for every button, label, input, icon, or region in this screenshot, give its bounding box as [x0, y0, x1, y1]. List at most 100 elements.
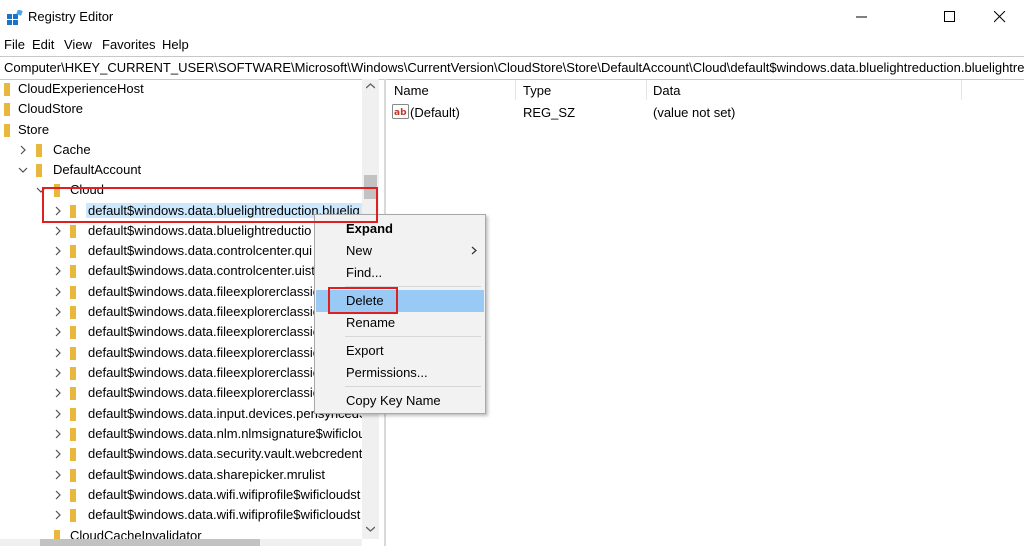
folder-icon — [54, 530, 60, 539]
menu-view[interactable]: View — [64, 37, 92, 52]
close-icon — [994, 11, 1006, 23]
context-copy-key-name[interactable]: Copy Key Name — [316, 390, 484, 412]
folder-icon — [70, 428, 76, 441]
folder-icon — [70, 448, 76, 461]
tree-item[interactable]: CloudExperienceHost — [0, 79, 362, 99]
tree-item[interactable]: default$windows.data.security.vault.webc… — [0, 444, 362, 464]
folder-icon — [70, 408, 76, 421]
tree-item[interactable]: Cache — [0, 140, 362, 160]
tree-item-label: default$windows.data.wifi.wifiprofile$wi… — [88, 507, 361, 522]
tree-item[interactable]: default$windows.data.controlcenter.qui — [0, 241, 362, 261]
chevron-right-icon[interactable] — [53, 448, 63, 460]
value-name: (Default) — [410, 105, 460, 120]
tree-item[interactable]: default$windows.data.fileexplorerclassic — [0, 302, 362, 322]
tree-item[interactable]: default$windows.data.input.devices.pensy… — [0, 404, 362, 424]
tree-item[interactable]: default$windows.data.fileexplorerclassic — [0, 343, 362, 363]
tree-item[interactable]: default$windows.data.fileexplorerclassic — [0, 383, 362, 403]
folder-icon — [4, 124, 10, 137]
address-bar[interactable]: Computer\HKEY_CURRENT_USER\SOFTWARE\Micr… — [0, 56, 1024, 80]
chevron-right-icon[interactable] — [53, 347, 63, 359]
chevron-right-icon — [471, 246, 477, 255]
tree-item[interactable]: default$windows.data.wifi.wifiprofile$wi… — [0, 485, 362, 505]
tree-item-label: default$windows.data.fileexplorerclassic — [88, 324, 320, 339]
column-data[interactable]: Data — [653, 83, 680, 98]
context-export[interactable]: Export — [316, 340, 484, 362]
context-new[interactable]: New — [316, 240, 484, 262]
tree-item-label: default$windows.data.fileexplorerclassic — [88, 385, 320, 400]
tree-item-label: DefaultAccount — [53, 162, 142, 177]
folder-icon — [70, 489, 76, 502]
chevron-down-icon[interactable] — [18, 164, 28, 176]
maximize-button[interactable] — [927, 0, 973, 34]
tree-item-label: CloudExperienceHost — [18, 81, 144, 96]
chevron-right-icon[interactable] — [53, 509, 63, 521]
tree-item-label: default$windows.data.fileexplorerclassic — [88, 304, 320, 319]
tree-item-label: Cache — [53, 142, 91, 157]
folder-icon — [70, 306, 76, 319]
chevron-right-icon[interactable] — [53, 469, 63, 481]
tree-item-label: default$windows.data.sharepicker.mrulist — [88, 467, 326, 482]
close-button[interactable] — [977, 0, 1023, 34]
context-permissions[interactable]: Permissions... — [316, 362, 484, 384]
tree-item[interactable]: Store — [0, 120, 362, 140]
chevron-right-icon[interactable] — [53, 489, 63, 501]
menu-edit[interactable]: Edit — [32, 37, 54, 52]
menu-file[interactable]: File — [4, 37, 25, 52]
folder-icon — [70, 509, 76, 522]
menu-favorites[interactable]: Favorites — [102, 37, 155, 52]
tree-item-label: default$windows.data.fileexplorerclassic — [88, 345, 320, 360]
context-find-label: Find... — [346, 265, 383, 280]
chevron-right-icon[interactable] — [53, 408, 63, 420]
tree-item-label: default$windows.data.nlm.nlmsignature$wi… — [88, 426, 362, 441]
menu-help[interactable]: Help — [162, 37, 189, 52]
chevron-right-icon[interactable] — [53, 367, 63, 379]
scroll-down-icon[interactable] — [366, 526, 375, 532]
context-find[interactable]: Find... — [316, 262, 484, 284]
context-rename-label: Rename — [346, 315, 396, 330]
tree-item[interactable]: default$windows.data.nlm.nlmsignature$wi… — [0, 424, 362, 444]
menu-bar: File Edit View Favorites Help — [0, 35, 1024, 54]
minimize-button[interactable] — [839, 0, 885, 34]
annotation-highlight-delete — [328, 287, 398, 314]
tree-item[interactable]: default$windows.data.controlcenter.uist — [0, 261, 362, 281]
context-menu: Expand New Find... Delete Rename Export … — [314, 214, 486, 414]
address-path: Computer\HKEY_CURRENT_USER\SOFTWARE\Micr… — [4, 60, 1024, 75]
scroll-up-icon[interactable] — [366, 83, 375, 89]
tree-item-label: default$windows.data.wifi.wifiprofile$wi… — [88, 487, 361, 502]
tree-item[interactable]: default$windows.data.fileexplorerclassic — [0, 363, 362, 383]
string-value-icon: ab — [392, 104, 409, 119]
tree-item-label: default$windows.data.security.vault.webc… — [88, 446, 362, 461]
chevron-right-icon[interactable] — [53, 245, 63, 257]
chevron-right-icon[interactable] — [18, 144, 28, 156]
chevron-right-icon[interactable] — [53, 428, 63, 440]
tree-item[interactable]: default$windows.data.fileexplorerclassic — [0, 282, 362, 302]
column-divider — [646, 80, 647, 100]
tree-horizontal-scrollbar[interactable] — [0, 539, 362, 546]
column-type[interactable]: Type — [523, 83, 551, 98]
tree-item[interactable]: CloudStore — [0, 99, 362, 119]
folder-icon — [4, 83, 10, 96]
context-new-label: New — [346, 243, 373, 258]
chevron-right-icon[interactable] — [53, 387, 63, 399]
menu-separator — [345, 386, 481, 387]
chevron-right-icon[interactable] — [53, 265, 63, 277]
tree-item[interactable]: default$windows.data.fileexplorerclassic — [0, 322, 362, 342]
chevron-right-icon[interactable] — [53, 326, 63, 338]
tree-item[interactable]: default$windows.data.bluelightreductio — [0, 221, 362, 241]
context-rename[interactable]: Rename — [316, 312, 484, 334]
folder-icon — [70, 265, 76, 278]
tree-item[interactable]: CloudCacheInvalidator — [0, 526, 362, 539]
chevron-right-icon[interactable] — [53, 306, 63, 318]
tree-item-label: CloudCacheInvalidator — [70, 528, 202, 539]
chevron-right-icon[interactable] — [53, 286, 63, 298]
tree-item[interactable]: DefaultAccount — [0, 160, 362, 180]
value-row[interactable]: ab (Default) REG_SZ (value not set) — [387, 103, 1024, 123]
tree-item[interactable]: default$windows.data.sharepicker.mrulist — [0, 465, 362, 485]
tree-item[interactable]: default$windows.data.wifi.wifiprofile$wi… — [0, 505, 362, 525]
tree-hscroll-thumb[interactable] — [40, 539, 260, 546]
column-name[interactable]: Name — [394, 83, 429, 98]
chevron-right-icon[interactable] — [53, 225, 63, 237]
menu-separator — [345, 336, 481, 337]
window-title: Registry Editor — [28, 9, 114, 24]
tree-item-label: default$windows.data.controlcenter.uist — [88, 263, 315, 278]
